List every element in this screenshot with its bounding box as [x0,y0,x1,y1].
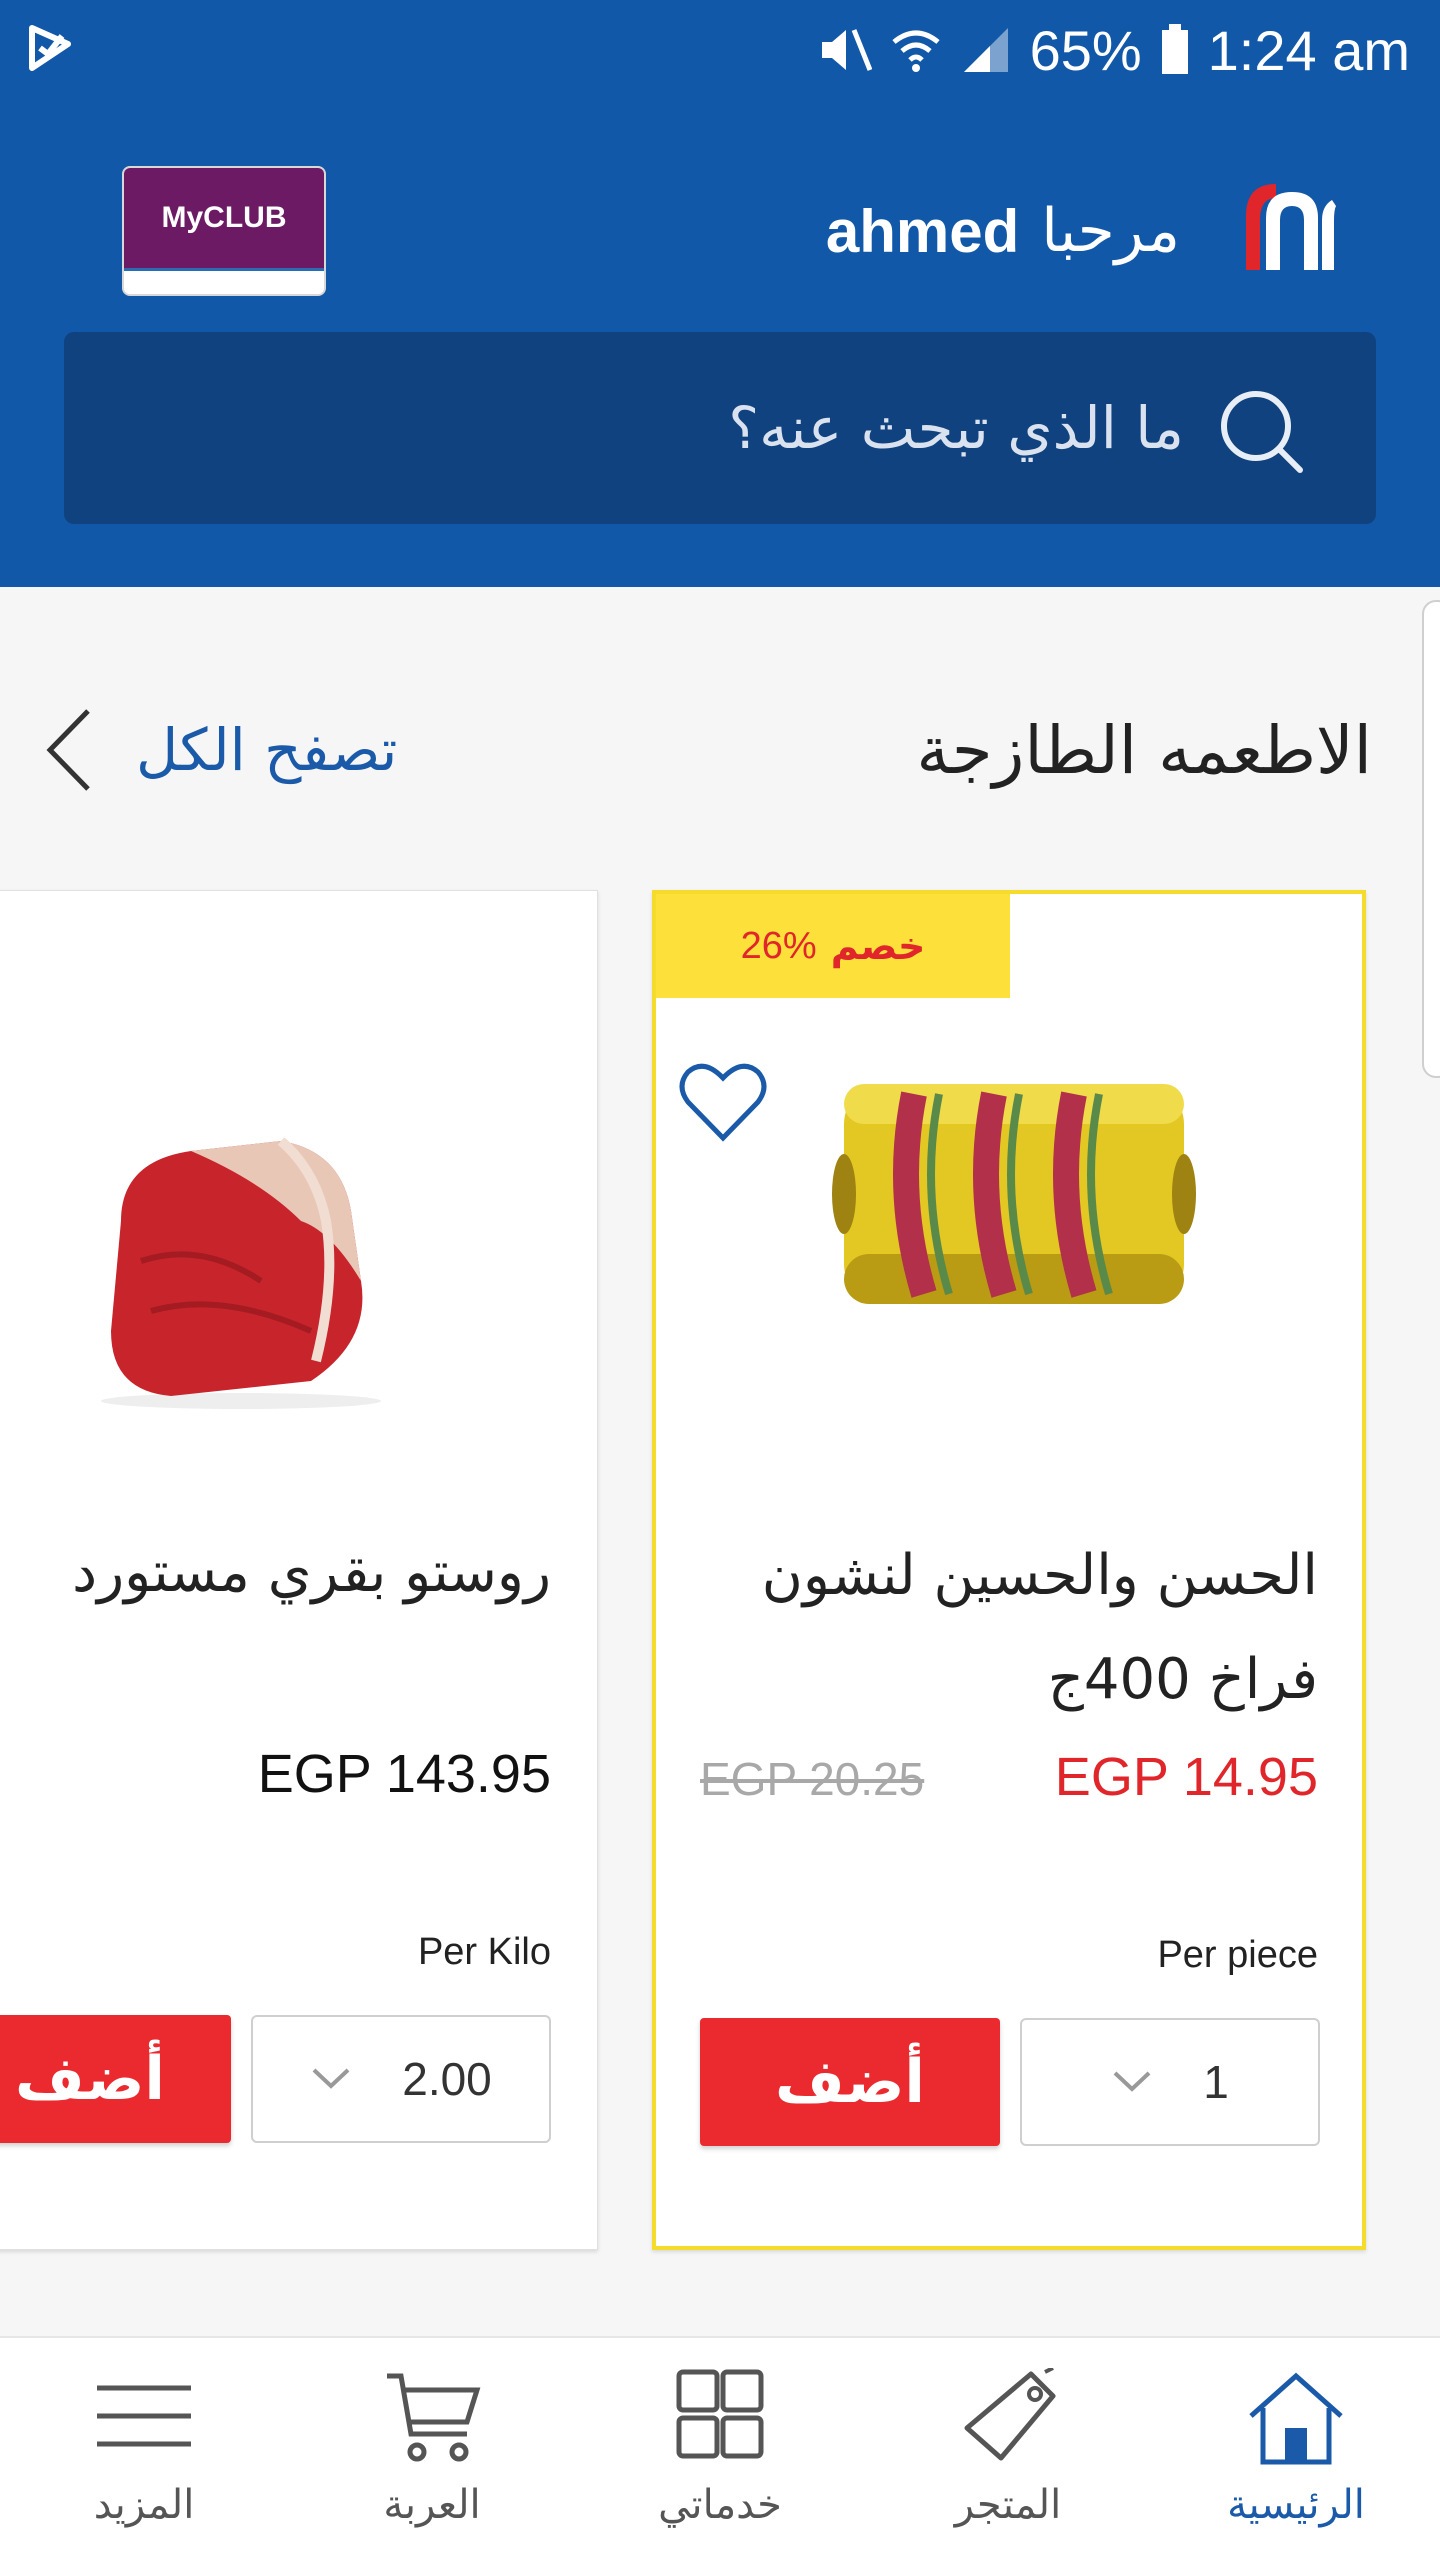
nav-item-cart[interactable]: العربة [288,2338,576,2560]
nav-item-store[interactable]: المتجر [864,2338,1152,2560]
chevron-down-icon [1113,2071,1151,2092]
product-unit: Per piece [1157,1934,1318,1976]
battery-percent: 65% [1029,18,1142,82]
mute-icon [821,29,872,71]
greeting-text: مرحبا [1041,196,1180,266]
luncheon-product-image[interactable] [824,1034,1204,1334]
quantity-value: 2.00 [402,2053,492,2105]
chevron-left-icon [46,709,90,791]
product-card[interactable]: خصم 26% الحسن والحسين لنشون فراخ 400ج EG… [652,890,1366,2250]
view-all-label: تصفح الكل [136,716,398,784]
clock: 1:24 am [1207,18,1410,82]
nav-item-more[interactable]: المزيد [0,2338,288,2560]
product-price: EGP 143.95 [257,1744,551,1804]
product-unit: Per Kilo [417,1931,551,1973]
signal-icon [963,28,1008,72]
tag-icon [964,2368,1056,2461]
grid-icon [676,2369,764,2459]
app-notification-icon [29,25,71,71]
nav-item-services[interactable]: خدماتي [576,2338,864,2560]
heart-icon[interactable] [678,1060,768,1144]
discount-percent: 26% [740,924,817,967]
home-icon [1249,2372,1343,2465]
add-to-cart-button[interactable]: أضف [700,2018,1000,2146]
carrefour-logo-icon [1246,184,1336,270]
quantity-value: 1 [1203,2056,1229,2108]
myclub-label: MyCLUB [124,168,324,268]
product-name[interactable]: روستو بقري مستورد [0,1521,551,1625]
view-all-link[interactable]: تصفح الكل [40,700,440,800]
nav-item-home[interactable]: الرئيسية [1152,2338,1440,2560]
app-header: 65% 1:24 am ahmed مرحبا MyCLUB [0,0,1440,587]
greeting: ahmed مرحبا [720,186,1180,276]
add-to-cart-button[interactable]: أضف [0,2015,231,2143]
nav-label: خدماتي [658,2482,782,2528]
myclub-card-button[interactable]: MyCLUB [122,166,326,296]
product-name[interactable]: الحسن والحسين لنشون فراخ 400ج [698,1524,1318,1732]
nav-label: المتجر [954,2482,1062,2528]
search-icon[interactable] [1216,386,1306,476]
side-drawer-handle[interactable] [1422,600,1440,1078]
wifi-icon [891,30,940,72]
discount-badge: خصم 26% [656,894,1010,998]
chevron-down-icon [312,2068,350,2089]
battery-icon [1161,24,1188,74]
discount-word: خصم [830,924,926,968]
product-card[interactable]: روستو بقري مستورد EGP 143.95 Per Kilo 2.… [0,890,598,2250]
status-bar: 65% 1:24 am [0,0,1440,100]
nav-label: العربة [383,2482,481,2528]
nav-label: المزيد [93,2482,195,2528]
quantity-dropdown[interactable]: 1 [1020,2018,1320,2146]
nav-label: الرئيسية [1227,2482,1365,2528]
quantity-dropdown[interactable]: 2.00 [251,2015,551,2143]
user-name: ahmed [825,197,1020,265]
product-old-price: EGP 20.25 [700,1753,925,1805]
myclub-stripe [124,268,324,294]
bottom-navigation: الرئيسية المتجر خدماتي العربة المزيد [0,2336,1440,2560]
menu-icon [97,2385,191,2447]
product-sale-price: EGP 14.95 [1054,1747,1318,1807]
search-bar[interactable] [64,332,1376,524]
cart-icon [387,2373,481,2462]
search-input[interactable] [264,378,1184,478]
beef-product-image[interactable] [81,1111,391,1411]
section-title: الاطعمه الطازجة [916,711,1372,789]
